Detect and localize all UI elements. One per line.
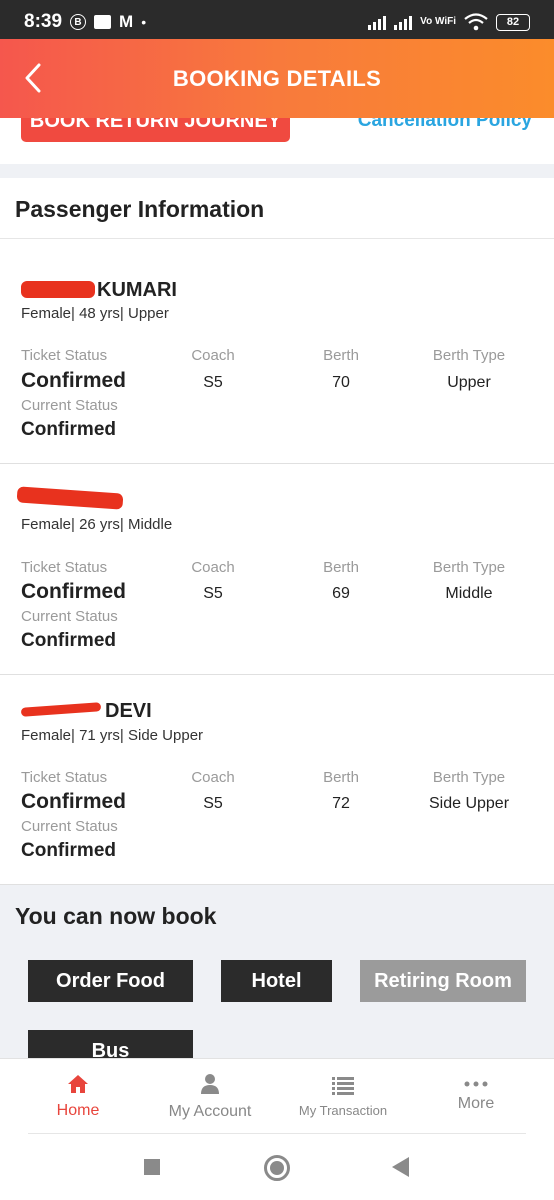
coach-value: S5	[203, 374, 223, 391]
nav-my-transaction[interactable]: My Transaction	[278, 1059, 408, 1135]
berth-type-value: Side Upper	[428, 795, 510, 812]
berth-type-value: Upper	[447, 374, 491, 391]
order-food-button[interactable]: Order Food	[28, 960, 193, 1002]
passenger-details: Female| 26 yrs| Middle	[21, 516, 173, 533]
system-navigation-bar	[0, 1134, 554, 1200]
ticket-status-value: Confirmed	[21, 790, 126, 813]
section-divider	[0, 164, 554, 178]
dot-icon: •	[141, 14, 147, 30]
passenger-name: DEVI	[105, 700, 152, 722]
ticket-status-label: Ticket Status	[21, 769, 108, 786]
app-header: BOOKING DETAILS	[0, 39, 554, 118]
book-more-heading: You can now book	[15, 903, 217, 929]
current-status-value: Confirmed	[21, 630, 116, 651]
coach-value: S5	[203, 795, 223, 812]
berth-type-label: Berth Type	[432, 559, 506, 576]
coach-label: Coach	[191, 769, 235, 786]
berth-label: Berth	[323, 559, 359, 576]
ticket-status-label: Ticket Status	[21, 347, 108, 364]
passenger-card: Female| 26 yrs| Middle Ticket Status Coa…	[0, 464, 554, 675]
bottom-navigation: Home My Account My Transaction More	[0, 1058, 554, 1134]
passenger-card: KUMARI Female| 48 yrs| Upper Ticket Stat…	[0, 239, 554, 464]
current-status-label: Current Status	[21, 818, 118, 835]
berth-value: 72	[332, 795, 350, 812]
battery-icon: 82	[496, 13, 530, 31]
gmail-icon: M	[119, 12, 134, 31]
wifi-icon	[464, 13, 488, 31]
nav-home[interactable]: Home	[13, 1059, 143, 1135]
current-status-value: Confirmed	[21, 840, 116, 861]
ticket-status-value: Confirmed	[21, 580, 126, 603]
current-status-label: Current Status	[21, 608, 118, 625]
passenger-name: KUMARI	[97, 279, 177, 301]
ticket-status-label: Ticket Status	[21, 559, 108, 576]
coach-label: Coach	[191, 347, 235, 364]
ticket-status-value: Confirmed	[21, 369, 126, 392]
book-more-section: You can now book Order Food Hotel Retiri…	[0, 885, 554, 1072]
person-icon	[201, 1074, 219, 1094]
home-circle-icon[interactable]	[263, 1154, 291, 1182]
coach-label: Coach	[191, 559, 235, 576]
coach-value: S5	[203, 585, 223, 602]
retiring-room-button[interactable]: Retiring Room	[360, 960, 526, 1002]
nav-my-account-label: My Account	[168, 1103, 252, 1120]
nav-more[interactable]: More	[411, 1059, 541, 1135]
nav-my-account[interactable]: My Account	[145, 1059, 275, 1135]
more-dots-icon	[464, 1081, 488, 1087]
berth-label: Berth	[323, 347, 359, 364]
booking-details-screen: 8:39 B M • Vo WiFi 82 BOOK RETURN JOURNE…	[0, 0, 554, 1200]
back-triangle-icon[interactable]	[390, 1156, 410, 1178]
status-bar: 8:39 B M • Vo WiFi 82	[0, 0, 554, 44]
nav-more-label: More	[457, 1095, 495, 1112]
berth-label: Berth	[323, 769, 359, 786]
hotel-button[interactable]: Hotel	[221, 960, 332, 1002]
home-icon	[68, 1075, 88, 1093]
page-title: BOOKING DETAILS	[172, 65, 382, 91]
passenger-details: Female| 71 yrs| Side Upper	[21, 727, 204, 744]
signal-icon	[368, 14, 387, 30]
list-icon	[332, 1076, 354, 1095]
redaction-mark	[21, 281, 95, 298]
passenger-information-heading: Passenger Information	[0, 178, 554, 239]
vowifi-label: Vo WiFi	[420, 16, 456, 27]
message-icon	[94, 15, 112, 29]
redaction-mark	[20, 702, 102, 717]
b-circle-icon: B	[70, 14, 87, 30]
chevron-left-icon	[25, 63, 41, 93]
passenger-card: DEVI Female| 71 yrs| Side Upper Ticket S…	[0, 675, 554, 885]
nav-my-transaction-label: My Transaction	[298, 1102, 388, 1118]
berth-value: 69	[332, 585, 350, 602]
back-button[interactable]	[16, 61, 50, 95]
berth-type-label: Berth Type	[432, 769, 506, 786]
status-time: 8:39	[24, 11, 63, 32]
passenger-details: Female| 48 yrs| Upper	[21, 305, 169, 322]
berth-value: 70	[332, 374, 350, 391]
current-status-label: Current Status	[21, 397, 118, 414]
berth-type-label: Berth Type	[432, 347, 506, 364]
current-status-value: Confirmed	[21, 419, 116, 440]
berth-type-value: Middle	[445, 585, 493, 602]
signal-icon-2	[394, 14, 413, 30]
recent-apps-icon[interactable]	[143, 1158, 161, 1176]
redaction-mark	[16, 486, 124, 510]
nav-home-label: Home	[56, 1102, 100, 1119]
